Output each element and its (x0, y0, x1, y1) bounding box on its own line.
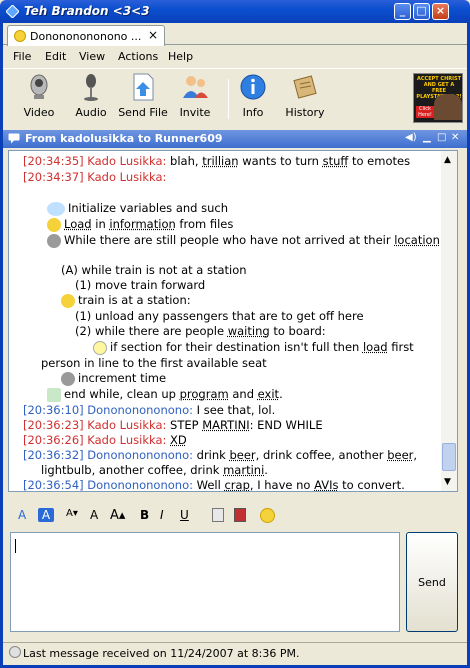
smiley-emote-icon (61, 293, 75, 308)
info-button[interactable]: Info (227, 72, 279, 119)
send-file-label: Send File (118, 106, 168, 119)
font-size-increase-button[interactable]: A▴ (110, 508, 125, 523)
message-line: [20:36:10] Donononononono: I see that, l… (23, 403, 276, 417)
coffee-emote-icon (61, 371, 75, 386)
menu-file[interactable]: File (13, 50, 31, 63)
bold-button[interactable]: B (140, 508, 149, 522)
send-button[interactable]: Send (406, 532, 458, 632)
advertisement-banner[interactable]: ACCEPT CHRIST AND GET A FREE PLAYSTATION… (413, 73, 463, 123)
message-line: Load in information from files (47, 217, 233, 232)
close-window-button[interactable]: × (432, 3, 449, 20)
minimize-button[interactable]: _ (394, 3, 411, 20)
send-file-button[interactable]: Send File (117, 72, 169, 119)
chat-bubble-icon (8, 133, 20, 144)
audio-label: Audio (75, 106, 107, 119)
chat-log[interactable]: [20:34:35] Kado Lusikka: blah, trillian … (8, 150, 458, 492)
smiley-emote-icon (47, 217, 61, 232)
header-close-icon[interactable]: ✕ (451, 132, 459, 143)
status-bar: Last message received on 11/24/2007 at 8… (3, 642, 467, 662)
insert-image-icon[interactable] (212, 508, 224, 522)
message-line: train is at a station: (61, 293, 191, 308)
background-color-button[interactable]: A (38, 508, 54, 522)
italic-button[interactable]: I (160, 508, 164, 522)
invite-people-icon (183, 76, 208, 98)
chat-scrollbar[interactable]: ▲ ▼ (441, 151, 457, 491)
menu-help[interactable]: Help (168, 50, 193, 63)
info-icon (240, 74, 266, 100)
header-minimize-icon[interactable]: ▁ (423, 132, 431, 143)
message-line: [20:36:23] Kado Lusikka: STEP MARTINI: E… (23, 418, 323, 432)
microphone-icon (84, 74, 98, 101)
emoticon-picker-icon[interactable] (260, 508, 275, 523)
message-line: if section for their destination isn't f… (93, 340, 414, 355)
message-line: [20:36:54] Donononononono: Well crap, I … (23, 478, 405, 492)
video-button[interactable]: Video (13, 72, 65, 119)
conversation-header: From kadolusikka to Runner609 ◀︎) ▁ □ ✕ (3, 130, 467, 148)
scroll-down-arrow-icon[interactable]: ▼ (444, 477, 451, 487)
martini-emote-icon (47, 387, 61, 402)
status-icon (9, 646, 21, 658)
font-color-button[interactable]: A (18, 508, 26, 522)
menu-actions[interactable]: Actions (118, 50, 158, 63)
tab-close-icon[interactable]: × (148, 28, 158, 42)
toolbar: Video Audio Send File Invite Info Histor… (3, 68, 467, 128)
scrollbar-thumb[interactable] (442, 443, 456, 471)
message-line: increment time (61, 371, 166, 386)
invite-button[interactable]: Invite (169, 72, 221, 119)
smiley-status-icon (14, 30, 26, 42)
message-line: (1) unload any passengers that are to ge… (75, 309, 364, 323)
menu-view[interactable]: View (79, 50, 105, 63)
lightbulb-emote-icon (93, 340, 107, 355)
conversation-title: From kadolusikka to Runner609 (25, 132, 223, 145)
font-size-normal-button[interactable]: A (90, 508, 98, 522)
history-button[interactable]: History (279, 72, 331, 119)
maximize-button[interactable]: □ (413, 3, 430, 20)
menu-edit[interactable]: Edit (45, 50, 66, 63)
message-line: While there are still people who have no… (47, 233, 444, 248)
message-line: (2) while there are people waiting to bo… (75, 324, 326, 338)
trillian-logo-icon (6, 5, 19, 18)
message-line: [20:34:37] Kado Lusikka: (23, 170, 167, 184)
status-text: Last message received on 11/24/2007 at 8… (23, 647, 300, 660)
sound-icon[interactable]: ◀︎) (405, 132, 417, 143)
message-line: (1) move train forward (75, 278, 206, 292)
send-file-icon (133, 73, 154, 101)
message-input[interactable] (10, 532, 400, 632)
menu-bar: File Edit View Actions Help (3, 46, 467, 66)
format-toolbar: A A A▾ A A▴ B I U (8, 506, 458, 528)
title-bar[interactable]: Teh Brandon <3<3 _ □ × (0, 0, 470, 23)
window-title: Teh Brandon <3<3 (24, 4, 150, 18)
header-restore-icon[interactable]: □ (437, 132, 446, 143)
history-scroll-icon (293, 75, 317, 99)
message-line: [20:36:32] Donononononono: drink beer, d… (23, 448, 418, 462)
message-line: Initialize variables and such (47, 201, 228, 216)
tab-label: Donononononono ... (30, 30, 142, 43)
text-caret (15, 539, 16, 553)
ad-line-2: AND GET A FREE (423, 82, 455, 94)
message-line: lightbulb, another coffee, drink martini… (41, 463, 268, 477)
insert-media-icon[interactable] (234, 508, 246, 522)
underline-button[interactable]: U (180, 508, 189, 522)
video-camera-icon (30, 74, 48, 99)
scroll-up-arrow-icon[interactable]: ▲ (444, 155, 451, 165)
ad-portrait (434, 94, 462, 120)
message-line: person in line to the first available se… (41, 356, 267, 370)
info-label: Info (242, 106, 264, 119)
tab-bar: Donononononono ... × (3, 23, 467, 46)
coffee-emote-icon (47, 233, 61, 248)
message-line: end while, clean up program and exit. (47, 387, 283, 402)
ad-click-here: Click Here! (416, 106, 434, 118)
font-size-decrease-button[interactable]: A▾ (66, 508, 78, 519)
message-line: [20:36:26] Kado Lusikka: XD (23, 433, 187, 447)
message-line: (A) while train is not at a station (61, 263, 247, 277)
audio-button[interactable]: Audio (65, 72, 117, 119)
robot-emote-icon (47, 201, 65, 216)
message-line: [20:34:35] Kado Lusikka: blah, trillian … (23, 154, 411, 168)
history-label: History (285, 106, 325, 119)
video-label: Video (23, 106, 55, 119)
invite-label: Invite (179, 106, 211, 119)
tab-conversation[interactable]: Donononononono ... × (7, 25, 165, 46)
